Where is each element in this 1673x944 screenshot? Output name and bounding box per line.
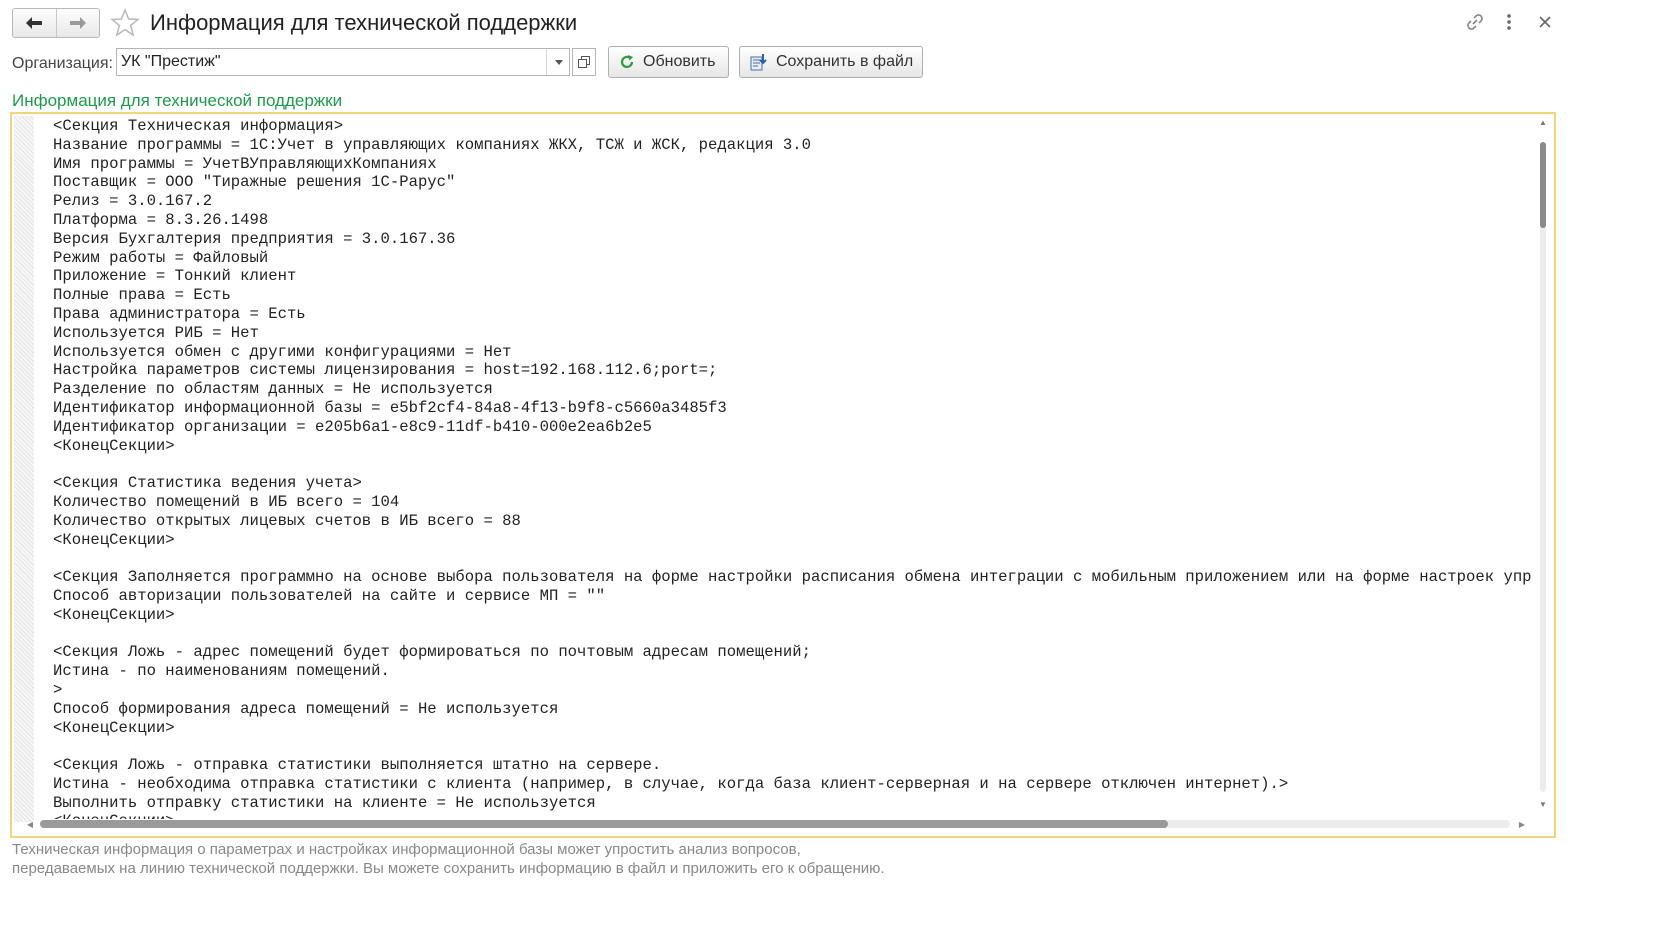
report-line: Способ формирования адреса помещений = Н… xyxy=(53,699,559,718)
arrow-right-icon xyxy=(69,17,86,29)
open-window-icon xyxy=(578,56,590,68)
chevron-down-icon xyxy=(555,59,563,65)
window-title: Информация для технической поддержки xyxy=(150,10,578,35)
report-line: Права администратора = Есть xyxy=(53,304,306,323)
report-line: <КонецСекции> xyxy=(53,812,1535,819)
report-line: Настройка параметров системы лицензирова… xyxy=(53,361,718,380)
report-line: <КонецСекции> xyxy=(53,530,175,549)
report-line: Способ авторизации пользователей на сайт… xyxy=(53,586,606,605)
report-line: Истина - по наименованиям помещений. xyxy=(53,662,390,681)
scroll-down-arrow-icon[interactable]: ▼ xyxy=(1539,800,1547,809)
report-line: Платформа = 8.3.26.1498 xyxy=(53,210,269,229)
arrow-left-icon xyxy=(26,17,43,29)
report-text-area[interactable]: <Секция Техническая информация> Название … xyxy=(10,112,1556,838)
scroll-right-arrow-icon[interactable]: ▶ xyxy=(1518,819,1526,829)
forward-button[interactable] xyxy=(55,9,100,37)
scroll-left-arrow-icon[interactable]: ◀ xyxy=(26,819,34,829)
vertical-scrollbar-thumb[interactable] xyxy=(1540,142,1546,228)
report-line: Идентификатор информационной базы = e5bf… xyxy=(53,398,727,417)
report-line: Количество открытых лицевых счетов в ИБ … xyxy=(53,511,521,530)
report-line: > xyxy=(53,680,63,699)
report-line xyxy=(53,737,1535,756)
organization-open-button[interactable] xyxy=(572,48,596,76)
save-to-file-button-label: Сохранить в файл xyxy=(776,53,914,70)
refresh-button[interactable]: Обновить xyxy=(608,46,729,78)
close-icon[interactable] xyxy=(1533,10,1557,34)
report-line: Релиз = 3.0.167.2 xyxy=(53,192,213,211)
save-file-icon xyxy=(750,54,767,71)
horizontal-scrollbar-thumb[interactable] xyxy=(40,820,1168,828)
report-line: <Секция Техническая информация> xyxy=(53,117,344,135)
report-line: <КонецСекции> xyxy=(53,718,175,737)
report-line: Используется обмен с другими конфигураци… xyxy=(53,342,512,361)
refresh-button-label: Обновить xyxy=(643,53,716,70)
more-menu-icon[interactable] xyxy=(1497,10,1521,34)
back-button[interactable] xyxy=(13,9,56,37)
report-line: <Секция Статистика ведения учета> xyxy=(53,474,362,493)
vertical-scrollbar-track[interactable] xyxy=(1540,142,1546,792)
report-line: Полные права = Есть xyxy=(53,286,231,305)
footer-hint-line-1: Техническая информация о параметрах и на… xyxy=(12,841,801,858)
report-line: Разделение по областям данных = Не испол… xyxy=(53,380,493,399)
report-line: Приложение = Тонкий клиент xyxy=(53,267,297,286)
organization-label: Организация: xyxy=(12,55,113,72)
refresh-icon xyxy=(620,55,634,68)
report-line: Поставщик = ООО "Тиражные решения 1С-Рар… xyxy=(53,173,456,192)
report-line: <Секция Заполняется программно на основе… xyxy=(53,568,1532,587)
navigation-buttons xyxy=(12,8,100,38)
report-text-content[interactable]: <Секция Техническая информация> Название … xyxy=(53,117,1535,819)
report-line xyxy=(53,455,1535,474)
footer-hint: Техническая информация о параметрах и на… xyxy=(12,840,885,878)
report-line: Выполнить отправку статистики на клиенте… xyxy=(53,793,596,812)
report-line: Режим работы = Файловый xyxy=(53,248,269,267)
save-to-file-button[interactable]: Сохранить в файл xyxy=(739,46,923,78)
report-line: <Секция Ложь - отправка статистики выпол… xyxy=(53,756,662,775)
report-line xyxy=(53,549,1535,568)
text-gutter xyxy=(14,116,34,822)
favorite-star-icon[interactable] xyxy=(109,7,141,38)
link-icon[interactable] xyxy=(1463,10,1487,34)
scroll-up-arrow-icon[interactable]: ▲ xyxy=(1539,118,1547,127)
report-line: <Секция Ложь - адрес помещений будет фор… xyxy=(53,643,811,662)
report-line: Идентификатор организации = e205b6a1-e8c… xyxy=(53,417,652,436)
footer-hint-line-2: передаваемых на линию технической поддер… xyxy=(12,860,885,877)
section-title: Информация для технической поддержки xyxy=(12,91,343,110)
report-line: Количество помещений в ИБ всего = 104 xyxy=(53,492,400,511)
organization-dropdown-button[interactable] xyxy=(546,49,571,75)
report-line: Имя программы = УчетВУправляющихКомпания… xyxy=(53,154,437,173)
report-line: Название программы = 1С:Учет в управляющ… xyxy=(53,135,811,154)
report-line xyxy=(53,625,1535,644)
organization-input[interactable]: УК "Престиж" xyxy=(116,48,570,76)
report-line: Истина - необходима отправка статистики … xyxy=(53,774,1289,793)
report-line: Версия Бухгалтерия предприятия = 3.0.167… xyxy=(53,229,456,248)
report-line: Используется РИБ = Нет xyxy=(53,323,259,342)
report-line: <КонецСекции> xyxy=(53,605,175,624)
report-line: <КонецСекции> xyxy=(53,436,175,455)
